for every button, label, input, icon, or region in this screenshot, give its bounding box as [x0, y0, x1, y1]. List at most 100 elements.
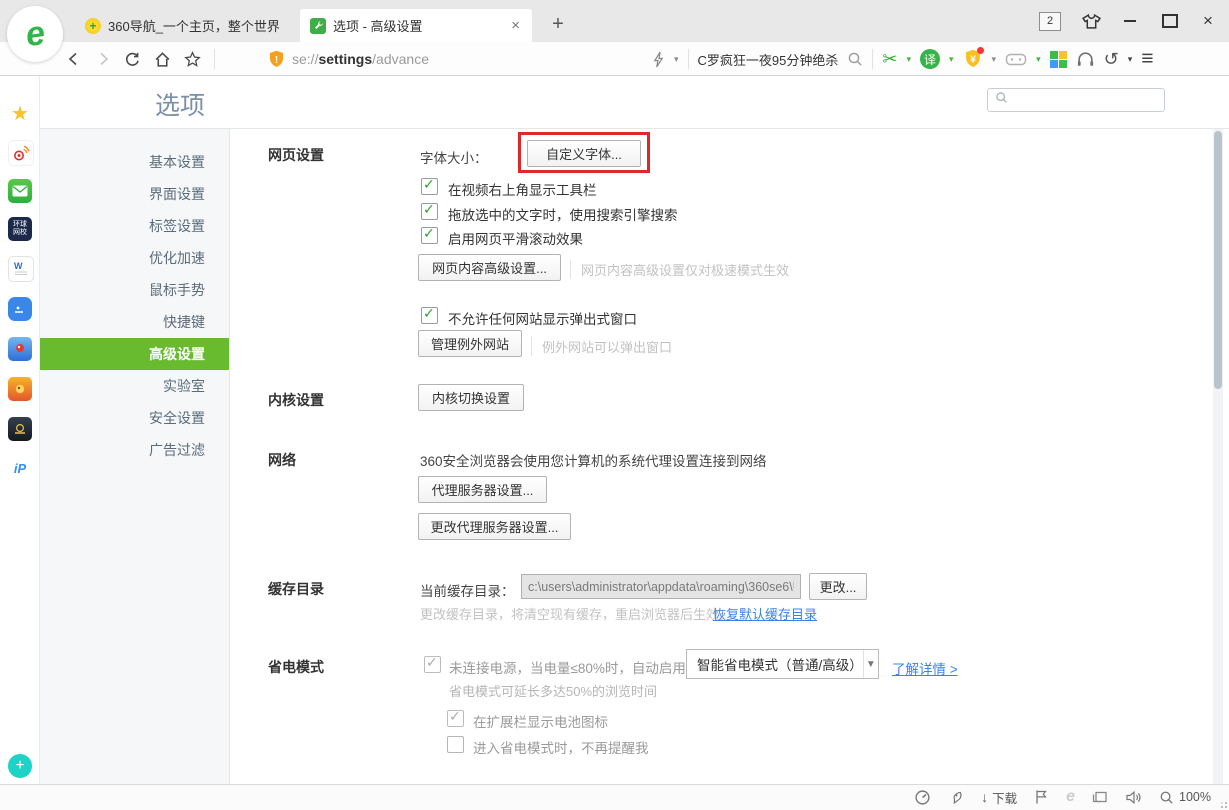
hqwx-site-icon[interactable]: 环球网校: [8, 217, 32, 241]
powersave-learn-more-link[interactable]: 了解详情 >: [892, 658, 958, 678]
custom-font-button[interactable]: 自定义字体...: [527, 140, 641, 167]
undo-icon[interactable]: ↺: [1104, 49, 1119, 70]
screenshot-scissors-icon[interactable]: ✂: [882, 49, 897, 70]
minimize-button[interactable]: [1117, 8, 1143, 34]
whale-app-icon[interactable]: [8, 297, 32, 321]
chevron-down-icon[interactable]: ▾: [949, 54, 954, 65]
kernel-switch-button[interactable]: 内核切换设置: [418, 384, 524, 411]
reload-icon[interactable]: [124, 51, 141, 68]
change-proxy-button[interactable]: 更改代理服务器设置...: [418, 513, 571, 540]
video-toolbar-checkbox[interactable]: [421, 178, 438, 195]
quick-access-lightning-icon[interactable]: [652, 51, 665, 68]
cache-path-field[interactable]: [521, 574, 801, 599]
skin-shirt-icon[interactable]: [1078, 8, 1104, 34]
favorite-star-icon[interactable]: [184, 51, 201, 68]
site-security-shield-icon[interactable]: !: [268, 50, 285, 69]
new-tab-button[interactable]: +: [546, 12, 570, 36]
headphones-icon[interactable]: [1076, 50, 1095, 68]
game-app-icon[interactable]: [8, 337, 32, 361]
sidebar-item-adblock[interactable]: 广告过滤: [40, 434, 229, 466]
block-popup-checkbox[interactable]: [421, 307, 438, 324]
back-icon[interactable]: [66, 51, 82, 67]
battery-icon-checkbox[interactable]: [447, 710, 464, 727]
wallet-shield-icon[interactable]: ¥: [963, 49, 983, 69]
manage-exception-button[interactable]: 管理例外网站: [418, 330, 522, 357]
tab-settings[interactable]: 选项 - 高级设置 ×: [300, 9, 532, 42]
proxy-settings-button[interactable]: 代理服务器设置...: [418, 476, 547, 503]
drag-search-checkbox[interactable]: [421, 203, 438, 220]
address-bar[interactable]: ! se://settings/advance: [268, 42, 429, 76]
sidebar-item-basic[interactable]: 基本设置: [40, 146, 229, 178]
login-count-badge[interactable]: 2: [1039, 12, 1061, 31]
browser-logo[interactable]: e: [7, 6, 63, 62]
download-icon[interactable]: ↓ 下载: [981, 788, 1017, 807]
zoom-level[interactable]: 100%: [1179, 790, 1211, 804]
section-title-powersave: 省电模式: [268, 657, 324, 677]
favorites-star-icon[interactable]: ★: [8, 101, 32, 125]
divider: [872, 49, 873, 69]
game-app-icon[interactable]: [8, 417, 32, 441]
translate-icon[interactable]: 译: [920, 49, 940, 69]
chevron-down-icon[interactable]: ▾: [1036, 54, 1041, 65]
chevron-down-icon[interactable]: ▾: [992, 54, 997, 65]
smooth-scroll-checkbox[interactable]: [421, 227, 438, 244]
no-remind-checkbox[interactable]: [447, 736, 464, 753]
settings-search-box[interactable]: [987, 88, 1165, 112]
url-text[interactable]: se://settings/advance: [292, 51, 429, 67]
chevron-down-icon[interactable]: ▾: [674, 54, 679, 65]
sidebar-item-shortcut[interactable]: 快捷键: [40, 306, 229, 338]
block-popup-label[interactable]: 不允许任何网站显示弹出式窗口: [448, 308, 637, 328]
close-window-button[interactable]: ×: [1195, 8, 1221, 34]
resize-grip[interactable]: [1218, 799, 1227, 808]
download-label: 下载: [992, 788, 1017, 807]
game-controller-icon[interactable]: [1005, 51, 1027, 67]
restore-default-cache-link[interactable]: 恢复默认缓存目录: [713, 604, 817, 623]
smooth-scroll-label[interactable]: 启用网页平滑滚动效果: [448, 228, 583, 248]
maximize-button[interactable]: [1157, 8, 1183, 34]
search-suggestion-text[interactable]: C罗疯狂一夜95分钟绝杀: [698, 50, 839, 69]
home-icon[interactable]: [154, 51, 171, 68]
boss-key-window-icon[interactable]: [1092, 790, 1108, 804]
sidebar-item-interface[interactable]: 界面设置: [40, 178, 229, 210]
drag-search-label[interactable]: 拖放选中的文字时，使用搜索引擎搜索: [448, 204, 678, 224]
sidebar-item-lab[interactable]: 实验室: [40, 370, 229, 402]
webpage-advanced-button[interactable]: 网页内容高级设置...: [418, 254, 561, 281]
tab-title: 360导航_一个主页，整个世界: [108, 16, 287, 35]
chevron-down-icon[interactable]: ▾: [906, 54, 911, 65]
svg-text:!: !: [275, 54, 278, 65]
main-menu-icon[interactable]: ≡: [1141, 47, 1153, 71]
word-document-icon[interactable]: W: [8, 256, 34, 282]
sidebar-item-tabs[interactable]: 标签设置: [40, 210, 229, 242]
game-app-icon[interactable]: [8, 377, 32, 401]
powersave-mode-value: 智能省电模式（普通/高级）: [697, 654, 863, 674]
weibo-icon[interactable]: [8, 140, 34, 166]
sidebar-item-optimize[interactable]: 优化加速: [40, 242, 229, 274]
change-cache-button[interactable]: 更改...: [809, 573, 867, 600]
divider: [214, 49, 215, 69]
flag-icon[interactable]: [1034, 789, 1049, 805]
forward-icon[interactable]: [95, 51, 111, 67]
search-icon[interactable]: [847, 51, 863, 67]
speaker-icon[interactable]: [1125, 790, 1142, 805]
powersave-auto-checkbox[interactable]: [424, 656, 441, 673]
ip-app-icon[interactable]: iP: [8, 456, 32, 480]
tab-360-nav[interactable]: + 360导航_一个主页，整个世界: [75, 9, 297, 42]
chevron-down-icon[interactable]: ▾: [1128, 54, 1133, 65]
mail-icon[interactable]: [8, 179, 32, 203]
video-toolbar-label[interactable]: 在视频右上角显示工具栏: [448, 179, 597, 199]
ie-mode-icon[interactable]: e: [1066, 788, 1075, 806]
powersave-mode-select[interactable]: 智能省电模式（普通/高级） ▼: [686, 649, 879, 679]
app-grid-icon[interactable]: [1050, 51, 1067, 68]
rocket-icon[interactable]: [948, 789, 964, 806]
tab-close-icon[interactable]: ×: [509, 17, 522, 34]
search-input[interactable]: [1014, 92, 1157, 108]
sidebar-item-advanced[interactable]: 高级设置: [40, 338, 229, 370]
zoom-search-icon[interactable]: 100%: [1159, 790, 1211, 805]
cache-dir-label: 当前缓存目录：: [420, 580, 515, 600]
scrollbar-thumb[interactable]: [1214, 131, 1222, 389]
section-title-cache: 缓存目录: [268, 579, 324, 599]
add-favorite-icon[interactable]: +: [8, 754, 32, 778]
sidebar-item-security[interactable]: 安全设置: [40, 402, 229, 434]
sidebar-item-mouse-gesture[interactable]: 鼠标手势: [40, 274, 229, 306]
speed-test-icon[interactable]: [914, 789, 931, 806]
